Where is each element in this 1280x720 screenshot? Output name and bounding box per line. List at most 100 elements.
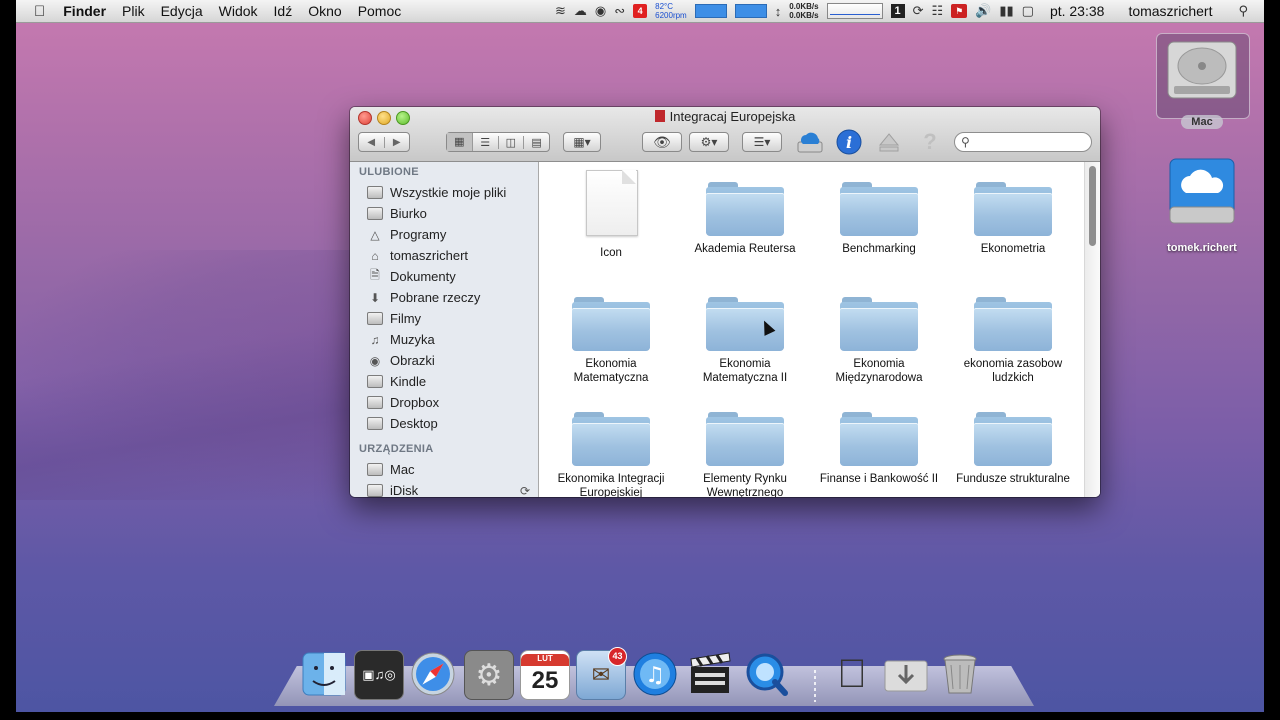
coverflow-view-button[interactable]: ▤ xyxy=(524,136,549,149)
notification-badge[interactable]: 4 xyxy=(633,4,648,18)
folder-item[interactable]: Finanse i Bankowość II xyxy=(819,408,939,486)
file-icon-grid[interactable]: Icon Akademia Reutersa Benchmarking Ekon… xyxy=(539,162,1100,497)
info-icon[interactable]: i xyxy=(835,128,863,156)
sidebar-item-label: Pobrane rzeczy xyxy=(390,290,481,305)
back-button[interactable]: ◀ xyxy=(359,136,385,148)
folder-item[interactable]: Fundusze strukturalne xyxy=(953,408,1073,486)
wifi-scan-icon[interactable]: ≋ xyxy=(555,3,566,19)
column-view-button[interactable]: ◫ xyxy=(499,135,525,149)
volume-icon[interactable]: 🔊 xyxy=(975,3,991,19)
sidebar-item-all-files[interactable]: Wszystkie moje pliki xyxy=(350,182,538,203)
sidebar-item-programy[interactable]: △ Programy xyxy=(350,224,538,245)
menu-plik[interactable]: Plik xyxy=(114,3,153,19)
dock-final-cut[interactable] xyxy=(686,650,734,698)
icon-view-button[interactable]: ▦ xyxy=(447,133,473,151)
spotlight-search-icon[interactable]: ⚲ xyxy=(1228,3,1258,19)
finder-window[interactable]: Integracaj Europejska ◀ ▶ ▦ ☰ ◫ ▤ ▦▾ 👁 ⚙… xyxy=(350,107,1100,497)
flag-icon[interactable]: ⚑ xyxy=(951,4,968,18)
quick-look-button[interactable]: 👁 xyxy=(642,132,682,152)
display-icon[interactable]: ▢ xyxy=(1022,3,1034,19)
dock-quicktime[interactable] xyxy=(742,650,790,698)
sidebar-item-desktop[interactable]: Desktop xyxy=(350,413,538,434)
arrange-button[interactable]: ▦▾ xyxy=(563,132,601,152)
file-item[interactable]: Icon xyxy=(551,170,671,260)
desktop-icon-idisk[interactable]: tomek.richert xyxy=(1154,155,1250,254)
vertical-scrollbar[interactable] xyxy=(1084,162,1100,497)
satellite-icon[interactable]: ∾ xyxy=(614,3,625,19)
dock-ical[interactable]: LUT 25 xyxy=(520,650,570,700)
folder-icon xyxy=(974,408,1052,466)
back-forward-control: ◀ ▶ xyxy=(358,132,410,152)
desktop-icon-mac[interactable]: Mac xyxy=(1154,36,1250,129)
menu-pomoc[interactable]: Pomoc xyxy=(350,3,410,19)
sidebar-item-mac[interactable]: Mac xyxy=(350,459,538,480)
spaces-indicator[interactable]: 1 xyxy=(890,4,905,18)
scroll-thumb[interactable] xyxy=(1089,166,1096,246)
clock[interactable]: pt. 23:38 xyxy=(1042,3,1113,19)
menu-widok[interactable]: Widok xyxy=(211,3,266,19)
folder-item[interactable]: Ekonomia Matematyczna xyxy=(551,293,671,385)
app-menu-finder[interactable]: Finder xyxy=(55,3,114,19)
eject-icon[interactable] xyxy=(875,128,903,156)
folder-item[interactable]: Elementy Rynku Wewnętrznego xyxy=(685,408,805,497)
sidebar-item-obrazki[interactable]: ◉ Obrazki xyxy=(350,350,538,371)
folder-item[interactable]: ekonomia zasobow ludzkich xyxy=(953,293,1073,385)
memory-meter[interactable] xyxy=(734,4,767,18)
sidebar-item-biurko[interactable]: Biurko xyxy=(350,203,538,224)
sidebar-item-pobrane[interactable]: ⬇ Pobrane rzeczy xyxy=(350,287,538,308)
desktop-icon xyxy=(367,207,383,220)
temperature-monitor[interactable]: 82°C 6200rpm xyxy=(655,2,687,20)
sidebar-item-home[interactable]: ⌂ tomaszrichert xyxy=(350,245,538,266)
downloads-folder-icon xyxy=(884,660,928,692)
folder-icon xyxy=(706,178,784,236)
battery-icon[interactable]: ▮▮ xyxy=(999,3,1013,19)
apple-menu-icon[interactable]:  xyxy=(16,3,55,20)
menu-idz[interactable]: Idź xyxy=(266,3,301,19)
folder-item[interactable]: Akademia Reutersa xyxy=(685,178,805,256)
folder-item[interactable]: Ekonomia Matematyczna II xyxy=(685,293,805,385)
desktop:  Finder Plik Edycja Widok Idź Okno Pomo… xyxy=(16,0,1264,712)
dock-safari[interactable] xyxy=(409,650,457,698)
user-menu[interactable]: tomaszrichert xyxy=(1120,3,1220,19)
folder-item[interactable]: Ekonometria xyxy=(953,178,1073,256)
network-speed[interactable]: 0.0KB/s 0.0KB/s xyxy=(789,2,818,20)
folder-item[interactable]: Benchmarking xyxy=(819,178,939,256)
menu-okno[interactable]: Okno xyxy=(300,3,349,19)
disk-status-icon[interactable]: ◉ xyxy=(595,3,606,19)
folder-item[interactable]: Ekonomika Integracji Europejskiej xyxy=(551,408,671,497)
dock-dashboard[interactable]: ▣♫◎ xyxy=(354,650,404,700)
dock-trash[interactable] xyxy=(936,650,984,698)
wifi-icon[interactable]: ☷ xyxy=(931,3,943,19)
cloud-status-icon[interactable]: ☁ xyxy=(574,3,587,19)
sidebar-item-label: Wszystkie moje pliki xyxy=(390,185,507,200)
dock-finder[interactable] xyxy=(300,650,348,698)
help-icon[interactable]: ? xyxy=(916,128,944,156)
folder-proxy-icon[interactable] xyxy=(654,110,665,122)
cpu-meter[interactable] xyxy=(694,4,727,18)
forward-button[interactable]: ▶ xyxy=(385,137,410,148)
sync-icon[interactable]: ⟳ xyxy=(520,484,530,498)
action-menu-button[interactable]: ⚙▾ xyxy=(689,132,729,152)
sidebar-item-filmy[interactable]: Filmy xyxy=(350,308,538,329)
dock-apple-site[interactable]:  xyxy=(828,650,876,698)
dock-downloads[interactable] xyxy=(882,650,930,698)
sidebar-item-kindle[interactable]: Kindle xyxy=(350,371,538,392)
folder-item[interactable]: Ekonomia Międzynarodowa xyxy=(819,293,939,385)
menu-edycja[interactable]: Edycja xyxy=(153,3,211,19)
dock-mail[interactable]: ✉ 43 xyxy=(576,647,627,700)
net-download: 0.0KB/s xyxy=(789,11,819,20)
list-view-button[interactable]: ☰ xyxy=(473,135,499,149)
sidebar-item-dropbox[interactable]: Dropbox xyxy=(350,392,538,413)
sidebar-item-muzyka[interactable]: ♫ Muzyka xyxy=(350,329,538,350)
search-field[interactable]: ⚲ xyxy=(954,132,1092,152)
dock-itunes[interactable]: ♫ xyxy=(631,650,679,698)
sort-menu-button[interactable]: ☰▾ xyxy=(742,132,782,152)
dock-system-preferences[interactable]: ⚙ xyxy=(464,650,514,700)
dropbox-icon[interactable] xyxy=(796,128,824,156)
network-graph[interactable] xyxy=(826,3,883,19)
time-machine-icon[interactable]: ⟳ xyxy=(913,3,924,19)
menu-extras: ≋ ☁ ◉ ∾ 4 82°C 6200rpm ↕ 0.0KB/s 0.0KB/s… xyxy=(555,0,1258,22)
sidebar-item-dokumenty[interactable]: 🗎 Dokumenty xyxy=(350,266,538,287)
sidebar-item-idisk[interactable]: iDisk ⟳ xyxy=(350,480,538,497)
window-toolbar[interactable]: Integracaj Europejska ◀ ▶ ▦ ☰ ◫ ▤ ▦▾ 👁 ⚙… xyxy=(350,107,1100,162)
